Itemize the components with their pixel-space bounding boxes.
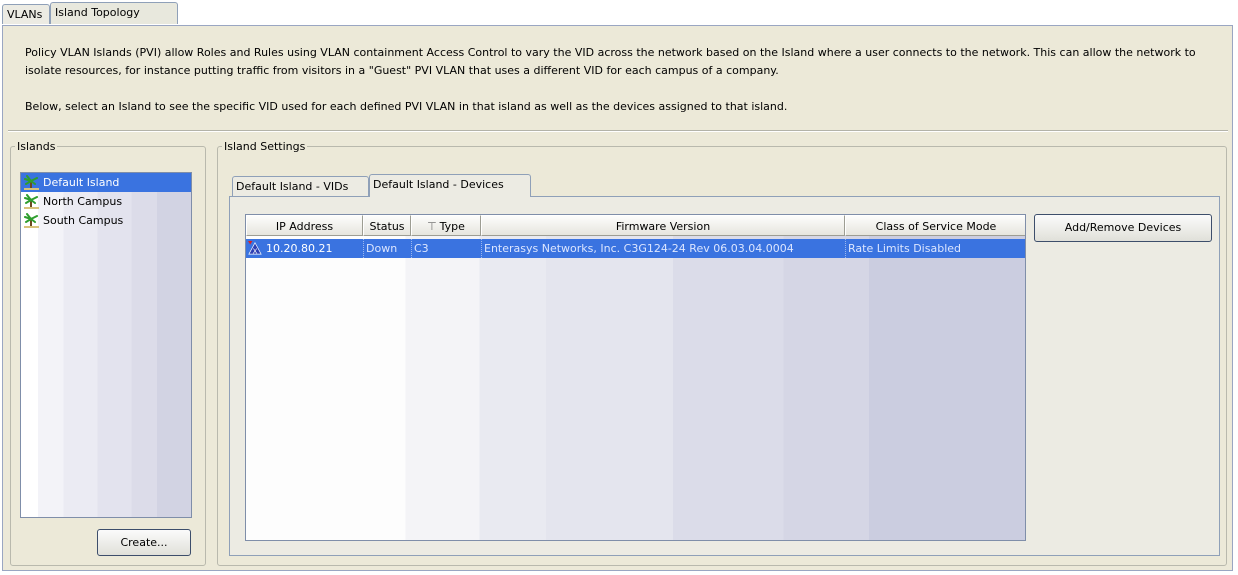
cell-type: C3 <box>411 239 481 258</box>
column-header-class-of-service-mode[interactable]: Class of Service Mode <box>845 215 1025 236</box>
tab-default-island-devices[interactable]: Default Island - Devices <box>369 174 531 197</box>
island-item-default-island[interactable]: Default Island <box>21 173 191 192</box>
palm-tree-icon <box>24 213 39 228</box>
island-item-south-campus[interactable]: South Campus <box>21 211 191 230</box>
description-line-2: Below, select an Island to see the speci… <box>25 100 788 113</box>
cell-status: Down <box>363 239 411 258</box>
description: Policy VLAN Islands (PVI) allow Roles an… <box>25 44 1220 116</box>
cell-class-of-service-mode: Rate Limits Disabled <box>845 239 1025 258</box>
devices-table[interactable]: IP Address Status ⊤ Type Firmware Version… <box>245 214 1026 541</box>
palm-tree-icon <box>24 175 39 190</box>
ip-address-value: 10.20.80.21 <box>266 242 333 255</box>
column-header-firmware-version[interactable]: Firmware Version <box>481 215 845 236</box>
tab-default-island-vids[interactable]: Default Island - VIDs <box>232 176 369 196</box>
filter-icon: ⊤ <box>427 220 437 233</box>
type-header-label: Type <box>439 220 465 233</box>
tab-vlans[interactable]: VLANs <box>2 4 50 24</box>
table-header: IP Address Status ⊤ Type Firmware Version… <box>246 215 1025 237</box>
islands-list[interactable]: Default Island North Campus South Campus <box>20 172 192 518</box>
description-line-1: Policy VLAN Islands (PVI) allow Roles an… <box>25 46 1196 77</box>
island-label: Default Island <box>43 176 120 189</box>
create-button[interactable]: Create... <box>97 529 191 556</box>
add-remove-devices-button[interactable]: Add/Remove Devices <box>1034 214 1212 242</box>
island-label: South Campus <box>43 214 124 227</box>
island-item-north-campus[interactable]: North Campus <box>21 192 191 211</box>
window: VLANs Island Topology Policy VLAN Island… <box>0 0 1238 575</box>
palm-tree-icon <box>24 194 39 209</box>
separator <box>8 130 1228 132</box>
table-row[interactable]: X 10.20.80.21 Down C3 Enterasys Networks… <box>246 239 1025 258</box>
tab-island-topology[interactable]: Island Topology <box>50 2 178 24</box>
islands-title: Islands <box>17 140 56 153</box>
column-header-ip-address[interactable]: IP Address <box>246 215 363 236</box>
cell-ip-address: X 10.20.80.21 <box>246 239 363 258</box>
device-alert-icon: X <box>248 241 262 255</box>
column-header-status[interactable]: Status <box>363 215 411 236</box>
island-settings-title: Island Settings <box>224 140 306 153</box>
svg-text:X: X <box>253 247 258 255</box>
cell-firmware-version: Enterasys Networks, Inc. C3G124-24 Rev 0… <box>481 239 845 258</box>
column-header-type[interactable]: ⊤ Type <box>411 215 481 236</box>
island-label: North Campus <box>43 195 123 208</box>
